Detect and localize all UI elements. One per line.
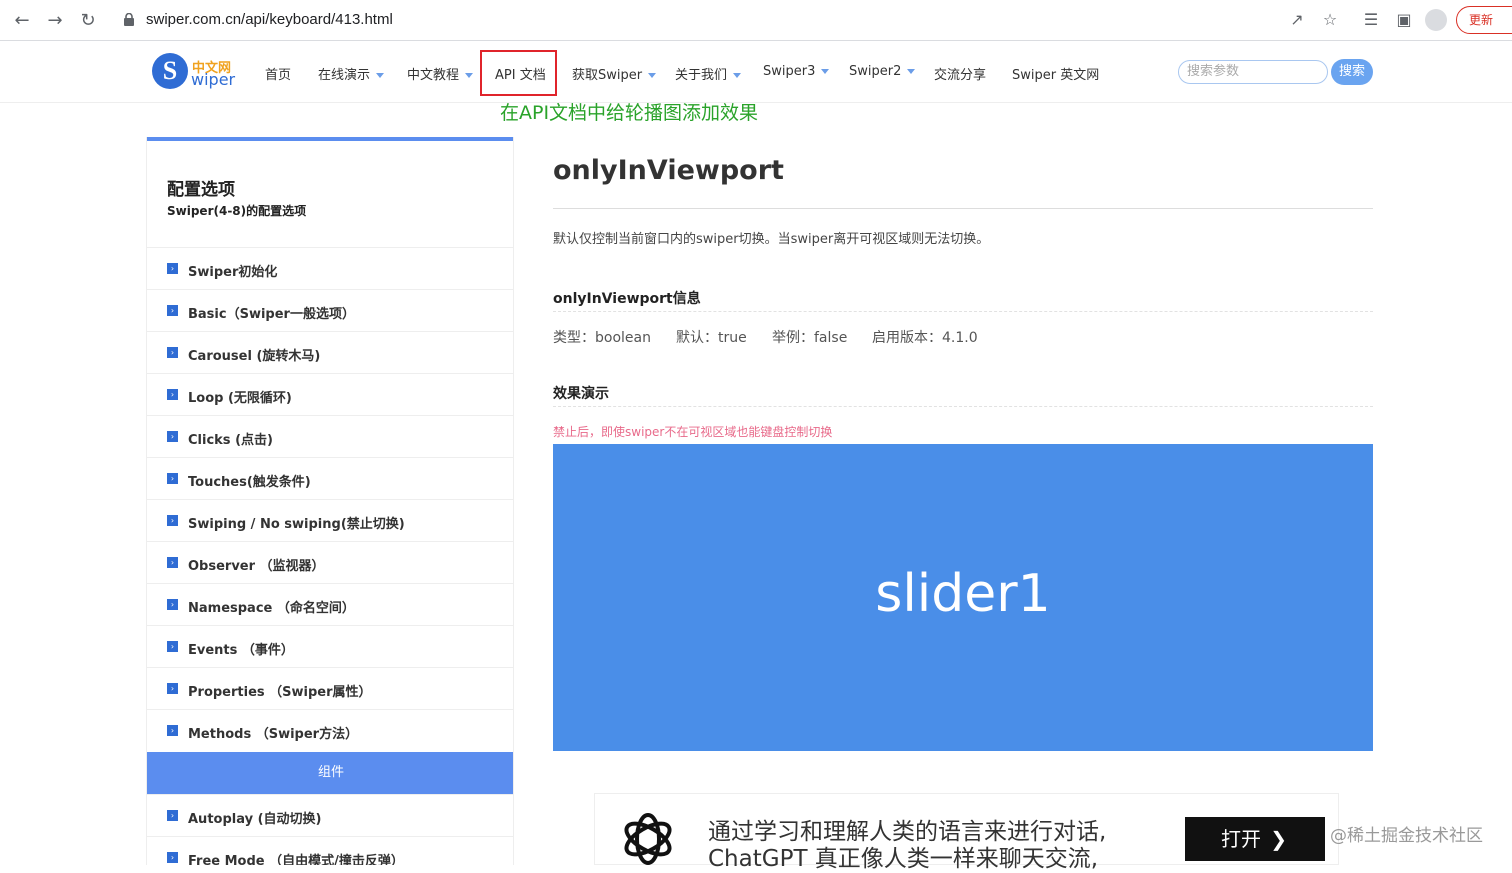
sidebar-item-namespace[interactable]: › Namespace （命名空间） (147, 583, 513, 625)
title-divider (553, 208, 1373, 209)
watermark: @稀土掘金技术社区 (1330, 826, 1483, 846)
sidebar-item-swiping[interactable]: › Swiping / No swiping(禁止切换) (147, 499, 513, 541)
reading-list-icon[interactable]: ☰ (1361, 10, 1381, 30)
chevron-right-icon: ❯ (1270, 827, 1287, 851)
chevron-right-icon: › (167, 725, 178, 736)
search-button[interactable]: 搜索 (1331, 59, 1373, 85)
chevron-right-icon: › (167, 347, 178, 358)
info-divider (553, 311, 1373, 312)
nav-get-swiper[interactable]: 获取Swiper (572, 64, 657, 83)
openai-logo-icon (624, 813, 672, 865)
caret-down-icon (465, 73, 474, 78)
info-default: 默认：true (676, 330, 747, 346)
sidebar-section-components[interactable]: 组件 (147, 752, 513, 794)
nav-tutorial[interactable]: 中文教程 (407, 64, 474, 83)
share-icon[interactable]: ↗ (1287, 10, 1307, 30)
caret-down-icon (376, 73, 385, 78)
demo-note: 禁止后，即使swiper不在可视区域也能键盘控制切换 (553, 425, 833, 439)
star-icon[interactable]: ☆ (1320, 10, 1340, 30)
back-icon[interactable]: ← (9, 8, 35, 34)
sidebar-icon[interactable]: ▣ (1394, 10, 1414, 30)
demo-divider (553, 406, 1373, 407)
chevron-right-icon: › (167, 431, 178, 442)
site-header: S 中文网 wiper 首页 在线演示 中文教程 API 文档 获取Swiper… (0, 41, 1512, 103)
browser-toolbar: ← → ↻ swiper.com.cn/api/keyboard/413.htm… (0, 0, 1512, 41)
chevron-right-icon: › (167, 810, 178, 821)
sidebar-item-carousel[interactable]: › Carousel (旋转木马) (147, 331, 513, 373)
chevron-right-icon: › (167, 473, 178, 484)
demo-heading: 效果演示 (553, 386, 609, 402)
nav-home[interactable]: 首页 (265, 64, 291, 83)
api-highlight-box (480, 50, 557, 96)
caret-down-icon (821, 69, 830, 74)
sidebar-item-observer[interactable]: › Observer （监视器） (147, 541, 513, 583)
chevron-right-icon: › (167, 263, 178, 274)
caret-down-icon (907, 69, 916, 74)
forward-icon[interactable]: → (42, 8, 68, 34)
sidebar-item-touches[interactable]: › Touches(触发条件) (147, 457, 513, 499)
sidebar-item-free-mode[interactable]: › Free Mode （自由模式/撞击反弹） (147, 836, 513, 865)
chevron-right-icon: › (167, 557, 178, 568)
swiper-slider[interactable]: slider1 (553, 444, 1373, 751)
nav-english-site[interactable]: Swiper 英文网 (1012, 64, 1099, 83)
reload-icon[interactable]: ↻ (75, 8, 101, 34)
sidebar-item-autoplay[interactable]: › Autoplay (自动切换) (147, 794, 513, 836)
search-input[interactable]: 搜索参数 (1178, 60, 1328, 84)
chevron-right-icon: › (167, 389, 178, 400)
chevron-right-icon: › (167, 515, 178, 526)
lock-icon (124, 13, 134, 26)
profile-icon[interactable] (1425, 9, 1447, 31)
sidebar: 配置选项 Swiper(4-8)的配置选项 › Swiper初始化 › Basic（… (146, 137, 514, 865)
sidebar-title: 配置选项 (167, 180, 235, 200)
chevron-right-icon: › (167, 683, 178, 694)
ad-open-button[interactable]: 打开 ❯ (1185, 817, 1325, 861)
sidebar-item-properties[interactable]: › Properties （Swiper属性） (147, 667, 513, 709)
info-example: 举例：false (772, 330, 848, 346)
sidebar-top-accent (147, 137, 513, 141)
chevron-right-icon: › (167, 641, 178, 652)
nav-share[interactable]: 交流分享 (934, 64, 986, 83)
sidebar-subtitle: Swiper(4-8)的配置选项 (167, 204, 307, 218)
info-type: 类型：boolean (553, 330, 651, 346)
logo-en-text: wiper (191, 70, 236, 89)
slide-label: slider1 (875, 564, 1051, 624)
ad-text-line2: ChatGPT 真正像人类一样来聊天交流, (708, 846, 1099, 872)
sidebar-item-clicks[interactable]: › Clicks (点击) (147, 415, 513, 457)
caret-down-icon (733, 73, 742, 78)
chevron-right-icon: › (167, 599, 178, 610)
update-button[interactable]: 更新 (1456, 6, 1512, 34)
sidebar-item-loop[interactable]: › Loop (无限循环) (147, 373, 513, 415)
sidebar-item-basic[interactable]: › Basic（Swiper一般选项） (147, 289, 513, 331)
sidebar-item-methods[interactable]: › Methods （Swiper方法） (147, 709, 513, 751)
caret-down-icon (648, 73, 657, 78)
nav-swiper3[interactable]: Swiper3 (763, 64, 830, 79)
nav-about[interactable]: 关于我们 (675, 64, 742, 83)
url-text[interactable]: swiper.com.cn/api/keyboard/413.html (146, 11, 393, 28)
sidebar-item-init[interactable]: › Swiper初始化 (147, 247, 513, 289)
chevron-right-icon: › (167, 305, 178, 316)
swiper-logo[interactable]: S (152, 53, 188, 89)
page-title: onlyInViewport (553, 155, 784, 186)
description: 默认仅控制当前窗口内的swiper切换。当swiper离开可视区域则无法切换。 (553, 232, 990, 247)
nav-demos[interactable]: 在线演示 (318, 64, 385, 83)
nav-swiper2[interactable]: Swiper2 (849, 64, 916, 79)
chevron-right-icon: › (167, 852, 178, 863)
info-heading: onlyInViewport信息 (553, 291, 701, 307)
info-version: 启用版本：4.1.0 (872, 330, 978, 346)
annotation-text: 在API文档中给轮播图添加效果 (500, 102, 759, 124)
sidebar-item-events[interactable]: › Events （事件） (147, 625, 513, 667)
